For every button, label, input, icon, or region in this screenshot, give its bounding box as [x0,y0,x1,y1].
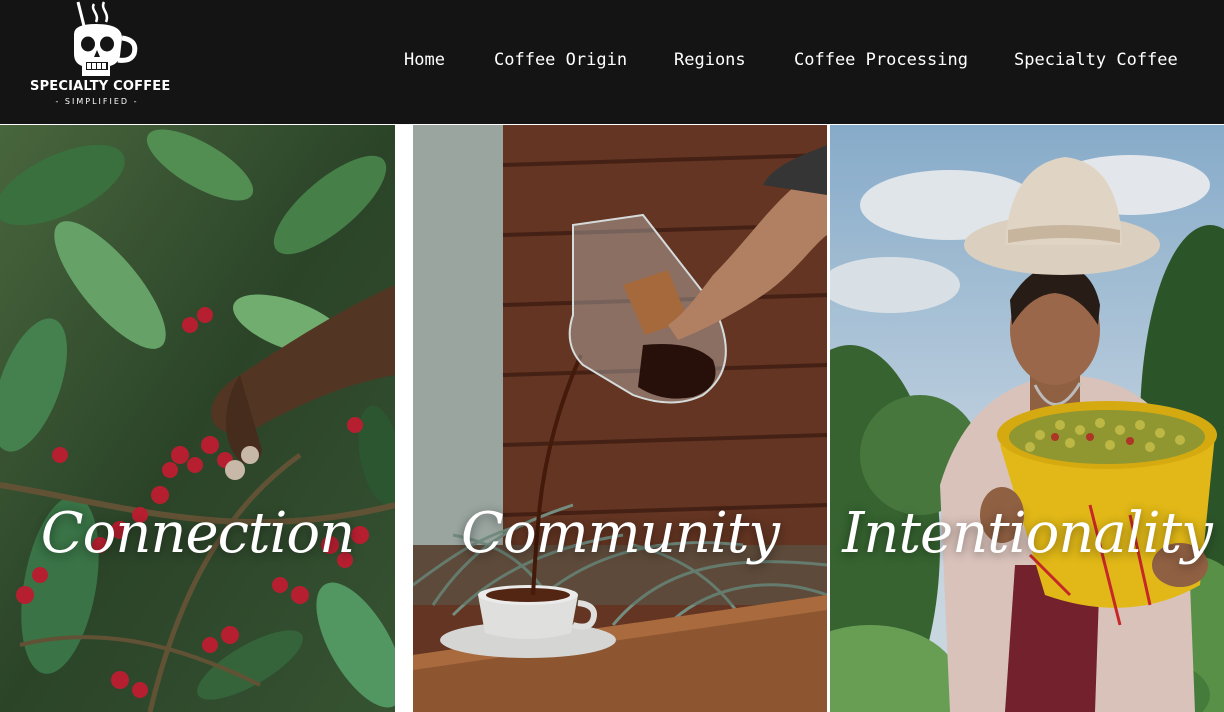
coffee-cherries-image [0,125,395,712]
panel-community[interactable]: Community [413,125,827,712]
site-header: SPECIALTY COFFEE - SIMPLIFIED - Home Cof… [0,0,1224,124]
panel-divider [395,125,413,712]
nav-item-coffee-origin[interactable]: Coffee Origin [494,47,627,73]
nav-item-home[interactable]: Home [404,47,445,73]
main-nav: Home Coffee Origin Regions Coffee Proces… [0,47,1224,73]
panel-title-community: Community [461,501,780,566]
panel-connection[interactable]: Connection [0,125,395,712]
panel-intentionality[interactable]: Intentionality [830,125,1224,712]
panel-title-intentionality: Intentionality [842,501,1212,566]
coffee-pour-image [413,125,827,712]
nav-item-specialty-coffee[interactable]: Specialty Coffee [1014,47,1178,73]
nav-item-coffee-processing[interactable]: Coffee Processing [794,47,968,73]
farmer-portrait-image [830,125,1224,712]
panel-title-connection: Connection [40,501,355,566]
nav-item-regions[interactable]: Regions [674,47,746,73]
logo-subtitle: - SIMPLIFIED - [55,97,139,106]
logo-title: SPECIALTY COFFEE [30,79,171,94]
